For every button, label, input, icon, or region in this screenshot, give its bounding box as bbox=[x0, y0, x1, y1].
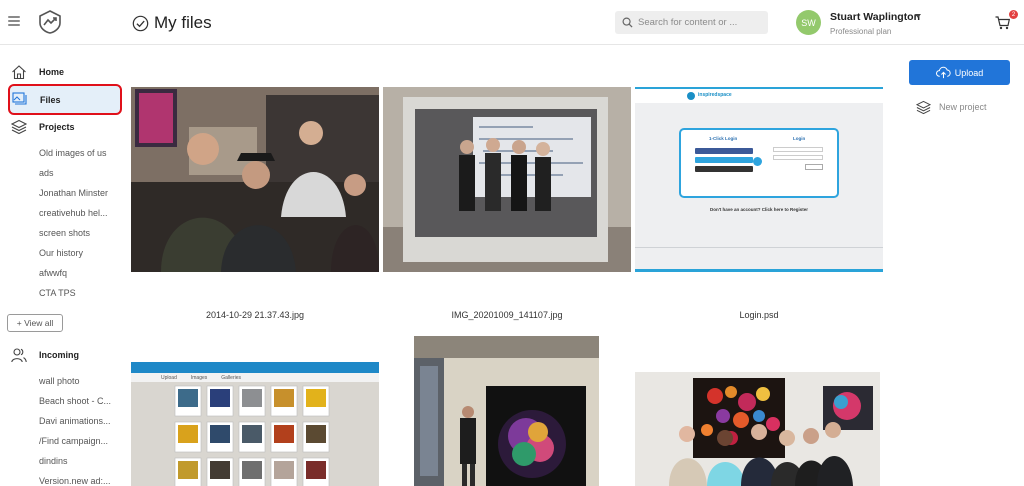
mock-field bbox=[773, 147, 823, 152]
sidebar-item-files[interactable]: Files bbox=[8, 84, 122, 115]
file-thumbnail[interactable] bbox=[635, 372, 880, 486]
mock-tab: Upload bbox=[161, 374, 177, 381]
mock-divider bbox=[635, 247, 883, 248]
mock-field bbox=[773, 155, 823, 160]
user-plan: Professional plan bbox=[830, 27, 892, 36]
photo-image bbox=[414, 336, 599, 486]
incoming-item[interactable]: Version.new ad:... bbox=[39, 471, 111, 486]
file-thumbnail[interactable] bbox=[131, 87, 379, 272]
mock-tabs: Upload Images Galleries bbox=[131, 373, 379, 382]
file-thumbnail[interactable]: inspiredspace 1-Click Login Login Don't … bbox=[635, 87, 883, 272]
mock-tab: Images bbox=[190, 374, 208, 381]
chevron-down-icon[interactable] bbox=[915, 14, 921, 18]
file-name[interactable]: Login.psd bbox=[635, 310, 883, 320]
file-thumbnail[interactable]: Upload Images Galleries bbox=[131, 362, 379, 486]
login-panel: 1-Click Login Login bbox=[679, 128, 839, 198]
layers-icon bbox=[916, 100, 931, 114]
menu-icon[interactable] bbox=[8, 16, 20, 26]
incoming-item[interactable]: wall photo bbox=[39, 371, 111, 391]
mock-submit bbox=[805, 164, 823, 170]
app-logo-icon[interactable] bbox=[38, 9, 62, 35]
mock-register-text: Don't have an account? Click here to Reg… bbox=[709, 207, 809, 212]
incoming-item[interactable]: dindins bbox=[39, 451, 111, 471]
search-box[interactable] bbox=[615, 11, 768, 34]
page-title-group: My files bbox=[132, 12, 212, 34]
bottom-stripe bbox=[635, 269, 883, 272]
cart-icon[interactable] bbox=[995, 16, 1010, 30]
home-icon bbox=[12, 65, 26, 80]
project-list: Old images of us ads Jonathan Minster cr… bbox=[39, 143, 108, 303]
cart-count-badge: 2 bbox=[1009, 10, 1018, 19]
mock-or-badge bbox=[753, 157, 762, 166]
sidebar-item-label: Projects bbox=[39, 122, 75, 132]
project-item[interactable]: Old images of us bbox=[39, 143, 108, 163]
sidebar-item-home[interactable]: Home bbox=[0, 62, 125, 84]
project-item[interactable]: creativehub hel... bbox=[39, 203, 108, 223]
mock-button bbox=[695, 166, 753, 172]
mock-button bbox=[695, 148, 753, 154]
project-item[interactable]: Jonathan Minster bbox=[39, 183, 108, 203]
upload-button[interactable]: Upload bbox=[909, 60, 1010, 85]
mock-navbar: inspiredspace bbox=[635, 89, 883, 103]
mock-header bbox=[131, 362, 379, 373]
incoming-item[interactable]: Davi animations... bbox=[39, 411, 111, 431]
cloud-upload-icon bbox=[935, 66, 951, 79]
sidebar-item-incoming[interactable]: Incoming bbox=[0, 345, 125, 367]
mock-heading-right: Login bbox=[793, 136, 806, 141]
upload-button-label: Upload bbox=[954, 67, 984, 78]
project-item[interactable]: CTA TPS bbox=[39, 283, 108, 303]
file-name[interactable]: IMG_20201009_141107.jpg bbox=[383, 310, 631, 320]
gallery-grid-image bbox=[174, 385, 330, 486]
mock-button bbox=[695, 157, 753, 163]
sidebar-item-projects[interactable]: Projects bbox=[0, 117, 125, 139]
top-bar: My files SW Stuart Waplington Profession… bbox=[0, 0, 1024, 45]
file-thumbnail[interactable] bbox=[414, 336, 599, 486]
project-item[interactable]: ads bbox=[39, 163, 108, 183]
search-input[interactable] bbox=[638, 17, 763, 28]
new-project-label: New project bbox=[939, 102, 987, 112]
users-icon bbox=[11, 348, 27, 363]
check-circle-icon bbox=[132, 15, 149, 31]
page-title: My files bbox=[154, 13, 212, 32]
photo-image bbox=[635, 372, 880, 486]
mock-tab: Galleries bbox=[221, 374, 241, 381]
layers-icon bbox=[11, 119, 27, 135]
mock-heading-left: 1-Click Login bbox=[709, 136, 738, 141]
project-item[interactable]: screen shots bbox=[39, 223, 108, 243]
view-all-button[interactable]: + View all bbox=[7, 314, 63, 332]
incoming-item[interactable]: Beach shoot - C... bbox=[39, 391, 111, 411]
file-thumbnail[interactable] bbox=[383, 87, 631, 272]
project-item[interactable]: afwwfq bbox=[39, 263, 108, 283]
sidebar-item-label: Files bbox=[40, 95, 61, 105]
search-icon bbox=[622, 17, 633, 28]
project-item[interactable]: Our history bbox=[39, 243, 108, 263]
new-project-button[interactable]: New project bbox=[916, 98, 987, 116]
sidebar-item-label: Home bbox=[39, 67, 65, 77]
file-name[interactable]: 2014-10-29 21.37.43.jpg bbox=[131, 310, 379, 320]
photo-image bbox=[383, 87, 631, 272]
mock-brand: inspiredspace bbox=[698, 92, 732, 98]
incoming-list: wall photo Beach shoot - C... Davi anima… bbox=[39, 371, 111, 486]
user-name[interactable]: Stuart Waplington bbox=[830, 11, 920, 23]
avatar[interactable]: SW bbox=[796, 10, 821, 35]
incoming-item[interactable]: /Find campaign... bbox=[39, 431, 111, 451]
photo-image bbox=[131, 87, 379, 272]
brand-icon bbox=[687, 92, 695, 100]
sidebar-item-label: Incoming bbox=[39, 350, 79, 360]
files-icon bbox=[12, 92, 27, 105]
